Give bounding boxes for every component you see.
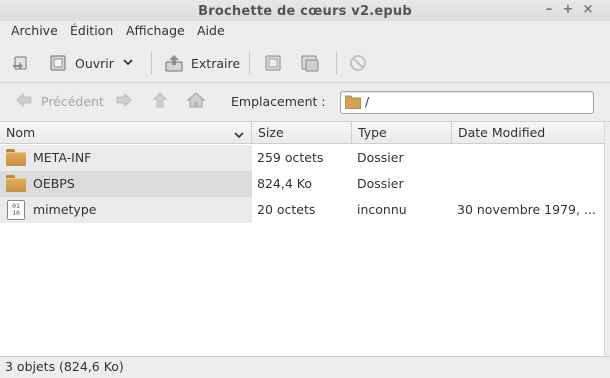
stop-icon [348, 53, 368, 73]
folder-icon [344, 95, 362, 112]
menu-bar: Archive Édition Affichage Aide [0, 21, 610, 41]
close-button[interactable]: × [580, 2, 596, 18]
minimize-button[interactable]: – [541, 2, 557, 18]
file-name: mimetype [33, 202, 97, 217]
back-button[interactable]: Précédent [15, 91, 104, 112]
add-files-icon [263, 53, 283, 73]
chevron-down-icon [121, 55, 135, 72]
location-field[interactable]: / [340, 91, 594, 114]
status-bar: 3 objets (824,6 Ko) [0, 356, 610, 378]
file-size: 20 octets [257, 202, 316, 217]
up-button[interactable] [151, 91, 169, 112]
forward-button[interactable] [115, 91, 133, 112]
location-label: Emplacement : [231, 94, 326, 109]
file-row[interactable]: OEBPS 824,4 Ko Dossier [0, 171, 604, 197]
location-bar: Précédent Emplacement: / [0, 83, 610, 122]
file-modified [457, 171, 599, 197]
column-header-date[interactable]: Date Modified [452, 122, 604, 143]
file-modified: 30 novembre 1979, ... [457, 202, 596, 217]
toolbar: Ouvrir Extraire [0, 44, 610, 83]
back-label: Précédent [41, 94, 104, 109]
column-header-name-label: Nom [6, 125, 36, 140]
status-text: 3 objets (824,6 Ko) [5, 359, 124, 374]
open-dropdown-button[interactable] [121, 50, 135, 76]
forward-arrow-icon [115, 91, 133, 112]
folder-icon [6, 149, 26, 167]
archive-manager-window: Brochette de cœurs v2.epub – + × Archive… [0, 0, 610, 378]
sort-chevron-down-icon [233, 126, 245, 147]
maximize-button[interactable]: + [560, 2, 576, 18]
home-button[interactable] [186, 91, 206, 112]
file-type: Dossier [357, 176, 404, 191]
file-type: Dossier [357, 150, 404, 165]
toolbar-separator [336, 52, 337, 74]
stop-button[interactable] [348, 50, 368, 76]
menu-aide[interactable]: Aide [197, 23, 225, 38]
back-arrow-icon [15, 91, 33, 112]
file-row[interactable]: 01 10 mimetype 20 octets inconnu 30 novem… [0, 197, 604, 223]
add-folder-icon [300, 53, 320, 73]
file-list[interactable]: Nom Size Type Date Modified META-INF 259… [0, 122, 605, 356]
file-size: 824,4 Ko [257, 176, 312, 191]
add-folder-button[interactable] [300, 50, 320, 76]
column-header-name[interactable]: Nom [0, 122, 252, 143]
menu-archive[interactable]: Archive [11, 23, 58, 38]
new-archive-button[interactable] [11, 50, 31, 76]
file-name: OEBPS [33, 176, 75, 191]
file-name: META-INF [33, 150, 92, 165]
column-header-size[interactable]: Size [252, 122, 352, 143]
extract-label: Extraire [191, 55, 241, 71]
open-archive-icon [48, 53, 68, 73]
open-button[interactable]: Ouvrir [48, 50, 114, 76]
binary-file-icon: 01 10 [7, 200, 27, 220]
up-arrow-icon [151, 91, 169, 112]
folder-icon [6, 175, 26, 193]
new-archive-icon [11, 53, 31, 73]
column-header-row: Nom Size Type Date Modified [0, 122, 604, 144]
extract-icon [164, 53, 184, 73]
menu-affichage[interactable]: Affichage [126, 23, 185, 38]
add-files-button[interactable] [263, 50, 283, 76]
column-header-type[interactable]: Type [352, 122, 452, 143]
menu-edition[interactable]: Édition [70, 23, 113, 38]
open-label: Ouvrir [75, 55, 114, 71]
home-icon [186, 91, 206, 112]
window-title: Brochette de cœurs v2.epub [198, 4, 412, 19]
file-type: inconnu [357, 202, 407, 217]
file-modified [457, 145, 599, 171]
toolbar-separator [249, 52, 250, 74]
extract-button[interactable]: Extraire [164, 50, 240, 76]
location-value: / [365, 94, 370, 109]
title-bar[interactable]: Brochette de cœurs v2.epub – + × [0, 0, 610, 21]
toolbar-separator [151, 52, 152, 74]
file-size: 259 octets [257, 150, 324, 165]
file-row[interactable]: META-INF 259 octets Dossier [0, 145, 604, 171]
